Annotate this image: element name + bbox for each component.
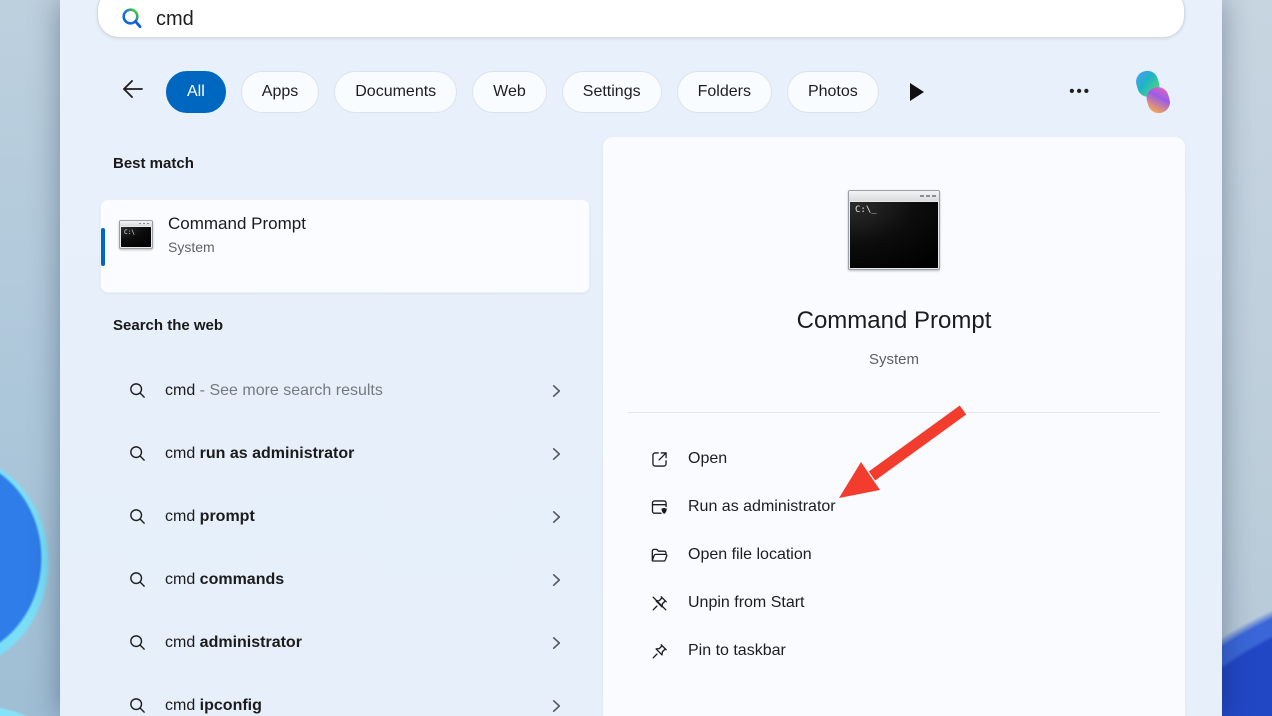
more-filters-play-icon[interactable]: [910, 83, 924, 101]
chevron-right-icon: [549, 383, 564, 398]
action-open-file-location[interactable]: Open file location: [603, 531, 1185, 579]
selection-accent-bar: [101, 228, 105, 266]
action-open[interactable]: Open: [603, 435, 1185, 483]
wallpaper-left-strip: [0, 0, 62, 716]
search-input[interactable]: [156, 1, 1136, 37]
search-glass-icon: [128, 507, 147, 526]
filter-tab-apps[interactable]: Apps: [241, 71, 319, 113]
search-toolbar: All Apps Documents Web Settings Folders …: [60, 70, 1222, 113]
run-as-admin-shield-icon: [648, 496, 670, 518]
pin-slash-icon: [648, 592, 670, 614]
search-flyout-panel: All Apps Documents Web Settings Folders …: [60, 0, 1222, 716]
action-unpin-from-start[interactable]: Unpin from Start: [603, 579, 1185, 627]
copilot-icon[interactable]: [1130, 69, 1176, 115]
web-suggestion-row[interactable]: cmd prompt: [100, 485, 590, 548]
back-arrow-icon: [121, 77, 145, 106]
best-match-subtitle: System: [168, 239, 306, 255]
windows-search-screen: { "search": { "query": "cmd", "icon": "m…: [0, 0, 1272, 716]
search-glass-icon: [128, 444, 147, 463]
open-external-icon: [648, 448, 670, 470]
search-glass-icon: [128, 570, 147, 589]
chevron-right-icon: [549, 509, 564, 524]
wallpaper-right-strip: [1220, 0, 1272, 716]
chevron-right-icon: [549, 572, 564, 587]
action-run-as-administrator[interactable]: Run as administrator: [603, 483, 1185, 531]
chevron-right-icon: [549, 446, 564, 461]
chevron-right-icon: [549, 698, 564, 713]
search-glass-icon: [128, 696, 147, 715]
best-match-result[interactable]: C:\ Command Prompt System: [100, 199, 590, 293]
preview-app-subtitle: System: [603, 351, 1185, 368]
best-match-title: Command Prompt: [168, 214, 306, 234]
filter-tab-photos[interactable]: Photos: [787, 71, 879, 113]
pin-icon: [648, 640, 670, 662]
filter-tab-all[interactable]: All: [166, 71, 226, 113]
divider: [628, 412, 1160, 413]
web-suggestion-row[interactable]: cmd commands: [100, 548, 590, 611]
web-suggestion-row[interactable]: cmd - See more search results: [100, 359, 590, 422]
action-pin-to-taskbar[interactable]: Pin to taskbar: [603, 627, 1185, 675]
web-suggestion-row[interactable]: cmd ipconfig: [100, 674, 590, 716]
folder-open-icon: [648, 544, 670, 566]
preview-app-title: Command Prompt: [603, 307, 1185, 335]
filter-tab-web[interactable]: Web: [472, 71, 547, 113]
search-box[interactable]: [97, 0, 1185, 38]
search-web-heading: Search the web: [113, 317, 223, 334]
result-preview-panel: C:\_ Command Prompt System Open: [603, 137, 1185, 716]
command-prompt-icon-large: C:\_: [848, 190, 940, 270]
web-suggestion-row[interactable]: cmd run as administrator: [100, 422, 590, 485]
search-glass-icon: [128, 633, 147, 652]
search-icon: [119, 6, 145, 37]
web-suggestion-list: cmd - See more search results cmd run as…: [100, 359, 590, 716]
filter-tab-settings[interactable]: Settings: [562, 71, 662, 113]
search-glass-icon: [128, 381, 147, 400]
web-suggestion-row[interactable]: cmd administrator: [100, 611, 590, 674]
chevron-right-icon: [549, 635, 564, 650]
command-prompt-icon: C:\: [119, 220, 153, 249]
filter-tab-documents[interactable]: Documents: [334, 71, 457, 113]
more-options-ellipsis-icon[interactable]: •••: [1069, 70, 1091, 113]
action-list: Open Run as administrator: [603, 435, 1185, 675]
back-button[interactable]: [118, 77, 148, 107]
best-match-heading: Best match: [113, 155, 194, 172]
filter-tab-folders[interactable]: Folders: [677, 71, 772, 113]
